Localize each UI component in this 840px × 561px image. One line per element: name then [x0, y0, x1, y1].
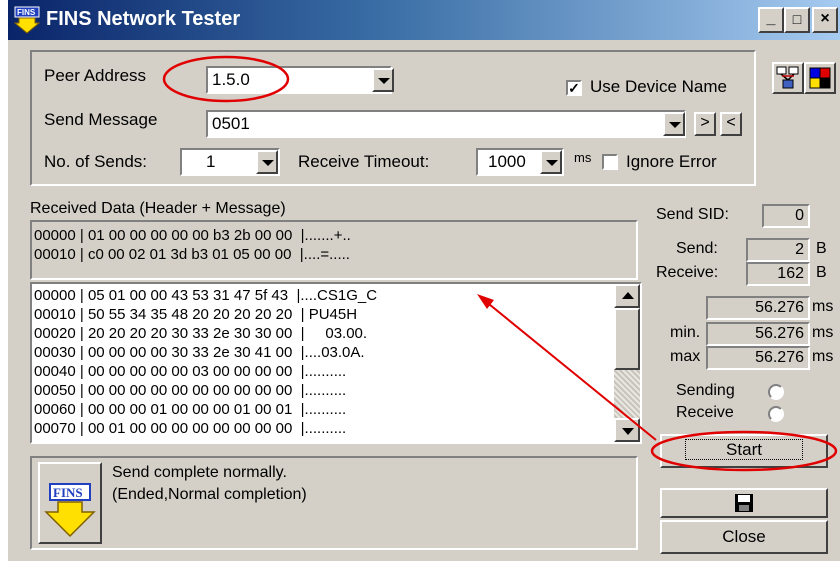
received-data-label: Received Data (Header + Message) [30, 200, 286, 217]
message-line: 00020 | 20 20 20 20 30 33 2e 30 30 00 | … [34, 325, 368, 342]
close-window-button[interactable]: × [812, 7, 838, 33]
message-scrollbar[interactable] [614, 284, 640, 442]
next-message-button[interactable]: > [694, 112, 716, 136]
message-line: 00030 | 00 00 00 00 30 33 2e 30 41 00 |.… [34, 344, 365, 361]
send-message-dropdown-button[interactable] [663, 112, 685, 136]
scroll-thumb[interactable] [614, 308, 640, 370]
fins-arrow-icon: FINS [44, 483, 96, 538]
network-settings-button[interactable] [772, 62, 804, 94]
message-data-box: 00000 | 05 01 00 00 43 53 31 47 5f 43 |.… [30, 282, 642, 444]
header-data-box: 00000 | 01 00 00 00 00 00 b3 2b 00 00 |.… [30, 220, 638, 280]
send-unit: B [816, 240, 827, 257]
network-icon [776, 66, 799, 89]
close-button[interactable]: Close [660, 520, 828, 554]
sending-label: Sending [676, 382, 735, 399]
message-line: 00050 | 00 00 00 00 00 00 00 00 00 00 |.… [34, 382, 347, 399]
ignore-error-label: Ignore Error [626, 152, 717, 171]
max-time-value: 56.276 [706, 346, 810, 370]
fins-tester-window: FINS FINS Network Tester _ □ × Peer Addr… [8, 0, 840, 561]
receive-timeout-label: Receive Timeout: [298, 152, 430, 171]
peer-address-label: Peer Address [44, 66, 147, 85]
use-device-name-label: Use Device Name [590, 77, 727, 96]
min-unit: ms [812, 324, 834, 341]
ignore-error-checkbox[interactable] [602, 154, 618, 170]
receive-bytes-value: 162 [746, 262, 810, 286]
header-line: 00000 | 01 00 00 00 00 00 b3 2b 00 00 |.… [34, 227, 351, 244]
header-line: 00010 | c0 00 02 01 3d b3 01 05 00 00 |.… [34, 246, 350, 263]
min-label: min. [670, 324, 701, 341]
save-button[interactable] [660, 488, 828, 518]
max-unit: ms [812, 348, 834, 365]
message-line: 00000 | 05 01 00 00 43 53 31 47 5f 43 |.… [34, 287, 378, 304]
send-bytes-value: 2 [746, 238, 810, 262]
scroll-up-button[interactable] [614, 284, 640, 308]
send-message-label: Send Message [44, 110, 158, 129]
fins-badge-text: FINS [53, 485, 83, 500]
app-icon: FINS [13, 6, 41, 34]
save-icon [735, 494, 753, 512]
title-bar: FINS FINS Network Tester _ □ × [8, 0, 840, 40]
use-device-name-checkbox[interactable]: ✓ [566, 80, 582, 96]
receive-label: Receive: [656, 264, 719, 281]
start-button-label: Start [685, 439, 803, 460]
send-sid-value: 0 [762, 204, 810, 228]
fins-status-icon-box: FINS [38, 462, 102, 544]
message-line: 00060 | 00 00 00 01 00 00 00 01 00 01 |.… [34, 401, 347, 418]
peer-address-select[interactable]: 1.5.0 [206, 66, 392, 94]
receive-status-label: Receive [676, 404, 734, 421]
receive-unit: B [816, 264, 827, 281]
min-time-value: 56.276 [706, 322, 810, 346]
timeout-unit-label: ms [574, 150, 592, 165]
time-unit: ms [812, 298, 834, 315]
status-line-1: Send complete normally. [112, 464, 287, 481]
svg-text:FINS: FINS [17, 8, 36, 17]
message-line: 00010 | 50 55 34 35 48 20 20 20 20 20 | … [34, 306, 358, 323]
sends-dropdown-button[interactable] [256, 150, 278, 174]
palette-icon [809, 67, 831, 89]
maximize-button[interactable]: □ [784, 7, 810, 33]
message-line: 00040 | 00 00 00 00 00 03 00 00 00 00 |.… [34, 363, 347, 380]
receive-timeout-dropdown-button[interactable] [540, 150, 562, 174]
receive-indicator [768, 406, 784, 422]
send-message-input[interactable]: 0501 [206, 110, 686, 138]
minimize-button[interactable]: _ [758, 7, 784, 33]
scroll-down-button[interactable] [614, 418, 640, 442]
send-label: Send: [676, 240, 718, 257]
sending-indicator [768, 384, 784, 400]
start-button[interactable]: Start [660, 434, 828, 468]
status-line-2: (Ended,Normal completion) [112, 486, 307, 503]
peer-address-dropdown-button[interactable] [372, 68, 394, 92]
color-settings-button[interactable] [804, 62, 836, 94]
window-title: FINS Network Tester [46, 8, 241, 30]
down-arrow-icon [622, 428, 634, 435]
response-time-value: 56.276 [706, 296, 810, 320]
max-label: max [670, 348, 701, 365]
send-sid-label: Send SID: [656, 206, 729, 223]
message-line: 00070 | 00 01 00 00 00 00 00 00 00 00 |.… [34, 420, 347, 437]
prev-message-button[interactable]: < [720, 112, 742, 136]
up-arrow-icon [622, 292, 634, 299]
sends-label: No. of Sends: [44, 152, 148, 171]
